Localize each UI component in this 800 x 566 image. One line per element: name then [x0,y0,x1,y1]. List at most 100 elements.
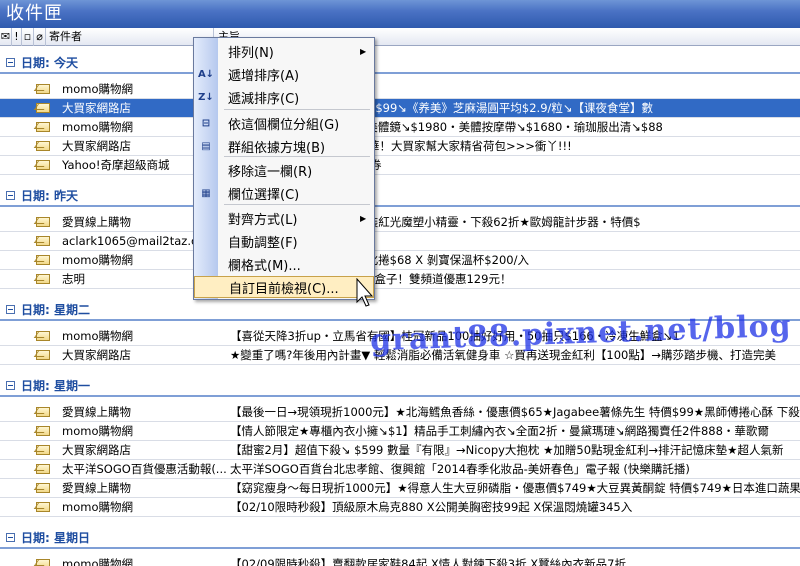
menu-item[interactable]: 排列(N) ▶ [194,40,374,62]
collapse-icon[interactable] [6,191,15,200]
group-label: 日期: 星期日 [21,531,90,545]
message-row[interactable]: 大買家網路店 【甜蜜2月】超值下殺↘ $599 數量『有限』→Nicopy大抱枕 … [0,441,800,460]
message-subject: 【02/09限時秒殺】賣翻款居家鞋84起 X情人對鍊下殺3折 X蠶絲內衣新品7折 [230,557,626,566]
menu-item[interactable]: A↓ 遞增排序(A) [194,63,374,85]
message-sender: momo購物網 [62,329,133,343]
collapse-icon[interactable] [6,305,15,314]
menu-item-label: 遞減排序(C) [228,91,300,107]
item-type-column-icon[interactable]: ▫ [22,28,34,46]
read-envelope-icon [36,236,50,246]
collapse-icon[interactable] [6,533,15,542]
group-title: 日期: 星期二 [6,301,90,318]
group-header[interactable]: 日期: 星期日 [0,517,800,555]
menu-item-label: 欄格式(M)... [228,258,301,274]
message-row[interactable]: momo購物網 【情人節限定★專櫃內衣小擁↘$1】精品手工刺繡內衣↘全面2折・曼黛… [0,422,800,441]
menu-item[interactable]: 移除這一欄(R) [194,159,374,181]
menu-item-label: 自動調整(F) [228,235,298,251]
message-row[interactable]: 大買家網路店 ＯＯ折價券，進口品牌嘉年華！大買家幫大家精省荷包>>>衝丫!!! [0,137,800,156]
message-row[interactable]: momo購物網 [0,80,800,99]
message-sender: 愛買線上購物 [62,405,131,419]
message-sender: momo購物網 [62,500,133,514]
message-sender: momo購物網 [62,557,133,566]
collapse-icon[interactable] [6,381,15,390]
group-header[interactable]: 日期: 星期一 [0,365,800,403]
menu-item[interactable]: ⊟ 依這個欄位分組(G) [194,112,374,134]
group-box-icon: ▤ [201,140,211,152]
submenu-arrow-icon: ▶ [360,213,367,223]
menu-item-label: 移除這一欄(R) [228,164,313,180]
message-row[interactable]: 志明報！打開bbTV潘朵啦的數位盒子！雙頻道優惠129元！ [0,270,800,289]
message-subject: 【最後一日→現領現折1000元】★北海鱈魚香絲・優惠價$65★Jagabee薯條… [230,405,800,419]
read-envelope-icon [36,331,50,341]
menu-separator [224,109,370,110]
read-envelope-icon [36,483,50,493]
message-subject: 【02/10限時秒殺】頂級原木烏克880 X公開美胸密技99起 X保溫悶燒罐34… [230,500,633,514]
flag-column-icon[interactable]: ! [12,28,22,46]
group-label: 日期: 星期一 [21,379,90,393]
menu-item[interactable]: 自動調整(F) [194,230,374,252]
read-envelope-icon [36,122,50,132]
message-row[interactable]: 愛買線上購物 果美番茄汁・買一送一★罐裝紅光魔塑小精靈・下殺62折★歐姆龍計步器・… [0,213,800,232]
importance-column-icon[interactable]: ✉ [0,28,12,46]
menu-item-label: 欄位選擇(C) [228,187,300,203]
group-label: 日期: 昨天 [21,189,78,203]
mouse-pointer-icon [356,278,374,307]
read-envelope-icon [36,103,50,113]
menu-item[interactable]: ▦ 欄位選擇(C) [194,182,374,204]
read-envelope-icon [36,426,50,436]
group-label: 日期: 今天 [21,56,78,70]
attachment-column-icon[interactable]: ⌀ [34,28,46,46]
menu-item[interactable]: 對齊方式(L) ▶ [194,207,374,229]
window-title: 收件匣 [0,0,800,28]
read-envelope-icon [36,84,50,94]
message-row[interactable]: 愛買線上購物 【最後一日→現領現折1000元】★北海鱈魚香絲・優惠價$65★Jag… [0,403,800,422]
read-envelope-icon [36,255,50,265]
read-envelope-icon [36,464,50,474]
menu-item-label: 依這個欄位分組(G) [228,117,340,133]
message-row[interactable]: aclark1065@mail2taz.comvants duringnight… [0,232,800,251]
message-sender: momo購物網 [62,424,133,438]
group-title: 日期: 昨天 [6,187,78,204]
sort-ascending-icon: A↓ [197,68,215,80]
read-envelope-icon [36,141,50,151]
group-header[interactable]: 日期: 昨天 [0,175,800,213]
message-row[interactable]: 大買家網路店 旺厄府】桂冠湯圓3盒装特惠$99↘《养美》芝麻湯圓平均$2.9/粒↘… [0,99,800,118]
group-title: 日期: 星期一 [6,377,90,394]
message-row[interactable]: Yahoo!奇摩超級商城爛春全館慶★現享20元折價券 [0,156,800,175]
message-row[interactable]: momo購物網 【02/10限時秒殺】頂級原木烏克880 X公開美胸密技99起 X… [0,498,800,517]
message-sender: 愛買線上購物 [62,481,131,495]
read-envelope-icon [36,502,50,512]
menu-item-label: 遞增排序(A) [228,68,300,84]
message-row[interactable]: 太平洋SOGO百貨優惠活動報(... 太平洋SOGO百貨台北忠孝館、復興館「201… [0,460,800,479]
menu-item[interactable]: ▤ 群組依據方塊(B) [194,135,374,157]
message-subject: 【窈窕瘦身～每日現折1000元】★得意人生大豆卵磷脂・優惠價$749★大豆異黃酮… [230,481,800,495]
column-header: ✉ ! ▫ ⌀ 寄件者 主旨 [0,28,800,46]
group-by-field-icon: ⊟ [201,117,211,129]
group-label: 日期: 星期二 [21,303,90,317]
column-context-menu: 排列(N) ▶ A↓ 遞增排序(A) Z↓ 遞減排序(C) ⊟ 依這個欄位分組(G) ▤ 群組依據… [193,37,375,300]
sort-descending-icon: Z↓ [198,91,214,103]
menu-item[interactable]: 欄格式(M)... [194,253,374,275]
message-row[interactable]: momo購物網 紙$8.3/包 X 爆漿巧克力威化捲$68 X 剝寶保溫杯$200… [0,251,800,270]
message-row[interactable]: 愛買線上購物 【窈窕瘦身～每日現折1000元】★得意人生大豆卵磷脂・優惠價$749… [0,479,800,498]
group-title: 日期: 星期日 [6,529,90,546]
read-envelope-icon [36,160,50,170]
read-envelope-icon [36,445,50,455]
read-envelope-icon [36,407,50,417]
menu-item[interactable]: 自訂目前檢視(C)... [194,276,374,298]
menu-item[interactable]: Z↓ 遞減排序(C) [194,86,374,108]
field-chooser-icon: ▦ [201,187,211,199]
read-envelope-icon [36,274,50,284]
menu-item-label: 群組依據方塊(B) [228,140,326,156]
group-header[interactable]: 日期: 今天 [0,46,800,80]
sender-column-header[interactable]: 寄件者 [46,28,214,46]
menu-separator [224,204,370,205]
collapse-icon[interactable] [6,58,15,67]
message-subject: 【甜蜜2月】超值下殺↘ $599 數量『有限』→Nicopy大抱枕 ★加贈50點… [230,443,784,457]
message-row[interactable]: momo購物網 【02/09限時秒殺】賣翻款居家鞋84起 X情人對鍊下殺3折 X蠶… [0,555,800,566]
message-sender: 太平洋SOGO百貨優惠活動報(... [62,462,227,476]
read-envelope-icon [36,559,50,566]
read-envelope-icon [36,217,50,227]
message-row[interactable]: momo購物網 美人椅↘$2980・貝殼鏡+美體鏡↘$1980・美體按摩帶↘$16… [0,118,800,137]
menu-item-label: 對齊方式(L) [228,212,298,228]
